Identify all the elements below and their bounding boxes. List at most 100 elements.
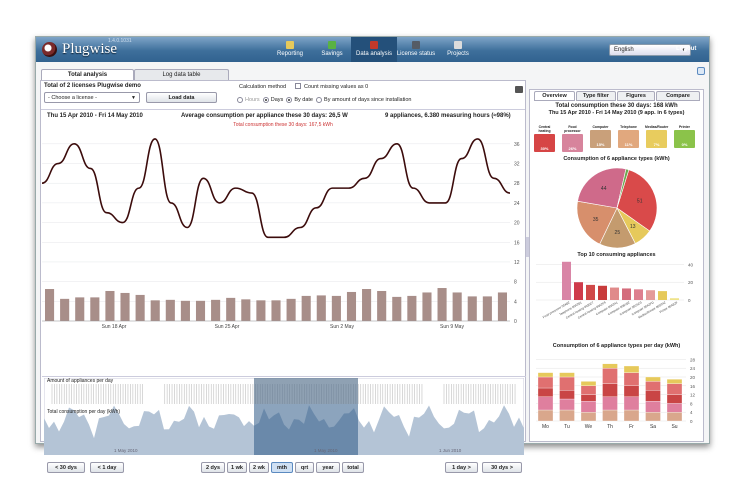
y-tick-label: 36 <box>514 142 520 148</box>
radio-by-days-since-button[interactable] <box>316 97 323 103</box>
day-stack-segment <box>666 403 683 413</box>
plugwise-logo-icon <box>42 42 57 57</box>
radio-hours[interactable]: Hours <box>237 97 260 103</box>
period-2-dys-button[interactable]: 2 dys <box>201 462 225 473</box>
radio-by-date-label: By date <box>294 97 313 104</box>
day-stack-segment <box>623 385 640 397</box>
appliance-type-tile[interactable]: Computer 15% <box>589 125 612 152</box>
day-stack-segment <box>602 396 618 411</box>
nav-savings[interactable]: Savings <box>309 37 355 62</box>
appliance-bar <box>646 290 655 300</box>
load-data-button[interactable]: Load data <box>146 92 217 103</box>
appliance-bar <box>622 288 631 300</box>
nav-label: Reporting <box>276 51 303 57</box>
nav-reporting[interactable]: Reporting <box>267 37 313 62</box>
logo: Plugwise <box>42 41 117 58</box>
y-tick-label: 20 <box>690 375 696 380</box>
appliance-type-icon: 30% <box>534 134 555 152</box>
language-value: English <box>614 47 634 53</box>
period-qrt-button[interactable]: qrt <box>295 462 314 473</box>
y-tick-label: 28 <box>514 181 520 187</box>
daily-bar <box>105 290 115 321</box>
appliance-type-tile[interactable]: Printer 0% <box>673 125 696 152</box>
radio-hours-label: Hours <box>245 97 260 104</box>
right-tab-figures[interactable]: Figures <box>617 91 655 101</box>
overview-month-label: 1 Jun 2010 <box>439 448 462 453</box>
daily-bar <box>150 300 160 321</box>
daily-bar <box>241 299 251 321</box>
day-stack-segment <box>559 372 575 378</box>
day-stack-segment <box>559 409 575 422</box>
logout-link[interactable]: Logout <box>676 46 696 52</box>
nav-data-analysis[interactable]: Data analysis <box>351 37 397 62</box>
day-stack-segment <box>666 412 683 422</box>
day-stack-segment <box>580 401 597 413</box>
nav-projects[interactable]: Projects <box>435 37 481 62</box>
overview-navigator[interactable]: 1 May 2010 1 May 2010 1 Jun 2010 <box>44 378 524 455</box>
appliance-type-name: Printer <box>679 125 690 129</box>
y-tick-label: 20 <box>688 280 694 285</box>
count-missing-checkbox[interactable] <box>295 83 301 89</box>
overview-month-label: 1 May 2010 <box>114 448 138 453</box>
day-stack-segment <box>559 398 575 411</box>
forward-1-day-button[interactable]: 1 day > <box>445 462 478 473</box>
right-tab-type-filter[interactable]: Type filter <box>576 91 616 101</box>
period-mth-button[interactable]: mth <box>271 462 293 473</box>
day-label: Fr <box>629 424 634 430</box>
pie-title: Consumption of 6 appliance types (kWh) <box>563 156 670 162</box>
day-stack-segment <box>645 390 661 402</box>
nav-license-status[interactable]: License status <box>393 37 439 62</box>
refresh-icon[interactable] <box>697 67 705 75</box>
right-date-range: Thu 15 Apr 2010 - Fri 14 May 2010 (9 app… <box>548 110 685 116</box>
total-per-day-label: Total consumption per day (kWh) <box>47 409 121 415</box>
radio-by-days-since[interactable]: By amount of days since installation <box>316 97 411 103</box>
y-tick-label: 8 <box>690 401 693 406</box>
nav-label: Savings <box>321 51 343 57</box>
period-total-button[interactable]: total <box>342 462 364 473</box>
daily-bar <box>226 297 236 321</box>
top10-chart: 02040Food processor 00AB2Telephone 00A2B… <box>536 261 694 320</box>
y-tick-label: 0 <box>690 419 693 424</box>
y-tick-label: 32 <box>514 162 520 168</box>
appliance-type-name: Computer <box>592 125 609 129</box>
radio-hours-button[interactable] <box>237 97 243 103</box>
right-tab-overview[interactable]: Overview <box>534 91 575 101</box>
tab-log-data-table[interactable]: Log data table <box>134 69 229 80</box>
back-30-days-button[interactable]: < 30 dys <box>47 462 85 473</box>
measurement-info: 9 appliances, 6.380 measuring hours (≈98… <box>385 113 511 119</box>
forward-30-days-button[interactable]: 30 dys > <box>482 462 522 473</box>
radio-days-button[interactable] <box>262 97 269 103</box>
print-icon[interactable] <box>515 86 523 93</box>
appliance-type-icon: 11% <box>618 130 639 148</box>
top-bar: Plugwise 1.4.0.1031 Reporting Savings Data… <box>36 37 709 62</box>
appliance-type-tile[interactable]: Food processor 26% <box>561 125 584 152</box>
daily-bar <box>180 300 190 321</box>
appliance-type-pct: 30% <box>540 146 549 151</box>
appliance-type-tile[interactable]: Medias/Router 7% <box>645 125 668 152</box>
appliance-type-pct: 0% <box>681 142 688 147</box>
day-stack-segment <box>602 383 618 397</box>
y-tick-label: 4 <box>690 410 693 415</box>
y-tick-label: 0 <box>688 298 691 303</box>
y-tick-label: 16 <box>514 240 520 246</box>
daily-bar <box>392 296 402 321</box>
count-missing-label: Count missing values as 0 <box>304 84 369 90</box>
day-stack-segment <box>580 412 597 422</box>
day-stack-segment <box>537 387 554 397</box>
right-tab-compare[interactable]: Compare <box>656 91 700 101</box>
period-2-wk-button[interactable]: 2 wk <box>249 462 269 473</box>
daily-bar <box>497 292 507 321</box>
radio-days[interactable]: Days <box>262 97 283 103</box>
back-1-day-button[interactable]: < 1 day <box>90 462 124 473</box>
radio-by-date[interactable]: By date <box>286 97 313 103</box>
radio-by-date-button[interactable] <box>286 97 293 103</box>
period-year-button[interactable]: year <box>316 462 340 473</box>
app-window: Plugwise 1.4.0.1031 Reporting Savings Data… <box>35 36 710 473</box>
license-select[interactable]: - Choose a license - ▼ <box>44 92 140 103</box>
appliance-type-tile[interactable]: Central heating 30% <box>533 125 556 152</box>
period-1-wk-button[interactable]: 1 wk <box>227 462 247 473</box>
appliance-type-tile[interactable]: Telephone 11% <box>617 125 640 152</box>
nav-label: License status <box>396 51 436 57</box>
appliance-type-name: Medias/Router <box>645 125 669 129</box>
tab-total-analysis[interactable]: Total analysis <box>41 69 134 80</box>
